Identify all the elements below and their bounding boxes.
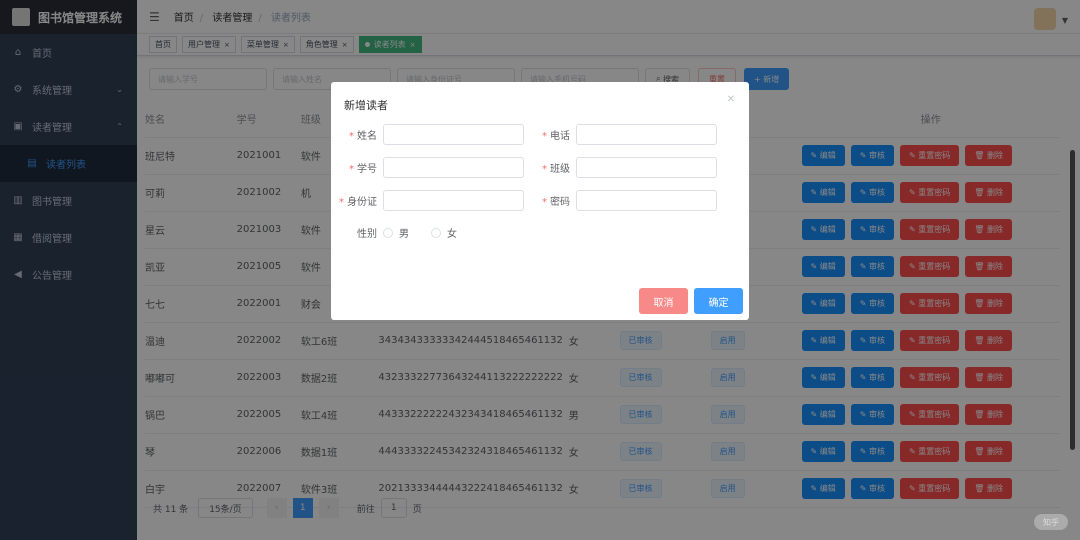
student-id-label: * 学号: [349, 164, 377, 175]
gender-label: 性别: [357, 229, 377, 240]
password-field: * 密码: [524, 190, 717, 211]
field-label-text: 电话: [550, 131, 570, 142]
gender-male-radio[interactable]: 男: [383, 225, 409, 240]
phone-field: * 电话: [524, 124, 717, 145]
phone-input[interactable]: [576, 124, 717, 145]
class-field: * 班级: [524, 157, 717, 178]
gender-female-radio[interactable]: 女: [431, 225, 457, 240]
field-label-text: 姓名: [357, 131, 377, 142]
idcard-input[interactable]: [383, 190, 524, 211]
idcard-label: * 身份证: [339, 197, 377, 208]
idcard-field: * 身份证: [331, 190, 524, 211]
male-label: 男: [399, 229, 409, 240]
field-label-text: 班级: [550, 164, 570, 175]
class-label: * 班级: [542, 164, 570, 175]
add-reader-dialog: 新增读者 ✕ * 姓名 * 电话 * 学号 * 班级 * 身份证 * 密码 性别 男 女 取消 确定: [331, 82, 749, 320]
field-label-text: 身份证: [347, 197, 377, 208]
gender-field: 性别 男 女: [331, 225, 479, 240]
female-label: 女: [447, 229, 457, 240]
confirm-button[interactable]: 确定: [694, 288, 743, 314]
field-label-text: 密码: [550, 197, 570, 208]
dialog-title: 新增读者: [344, 99, 388, 112]
name-field: * 姓名: [331, 124, 524, 145]
name-label: * 姓名: [349, 131, 377, 142]
class-input[interactable]: [576, 157, 717, 178]
field-label-text: 学号: [357, 164, 377, 175]
cancel-button[interactable]: 取消: [639, 288, 688, 314]
password-label: * 密码: [542, 197, 570, 208]
student-id-field: * 学号: [331, 157, 524, 178]
phone-label: * 电话: [542, 131, 570, 142]
password-input[interactable]: [576, 190, 717, 211]
name-input[interactable]: [383, 124, 524, 145]
student-id-input[interactable]: [383, 157, 524, 178]
close-icon[interactable]: ✕: [727, 94, 735, 105]
watermark: 知乎: [1034, 514, 1068, 530]
